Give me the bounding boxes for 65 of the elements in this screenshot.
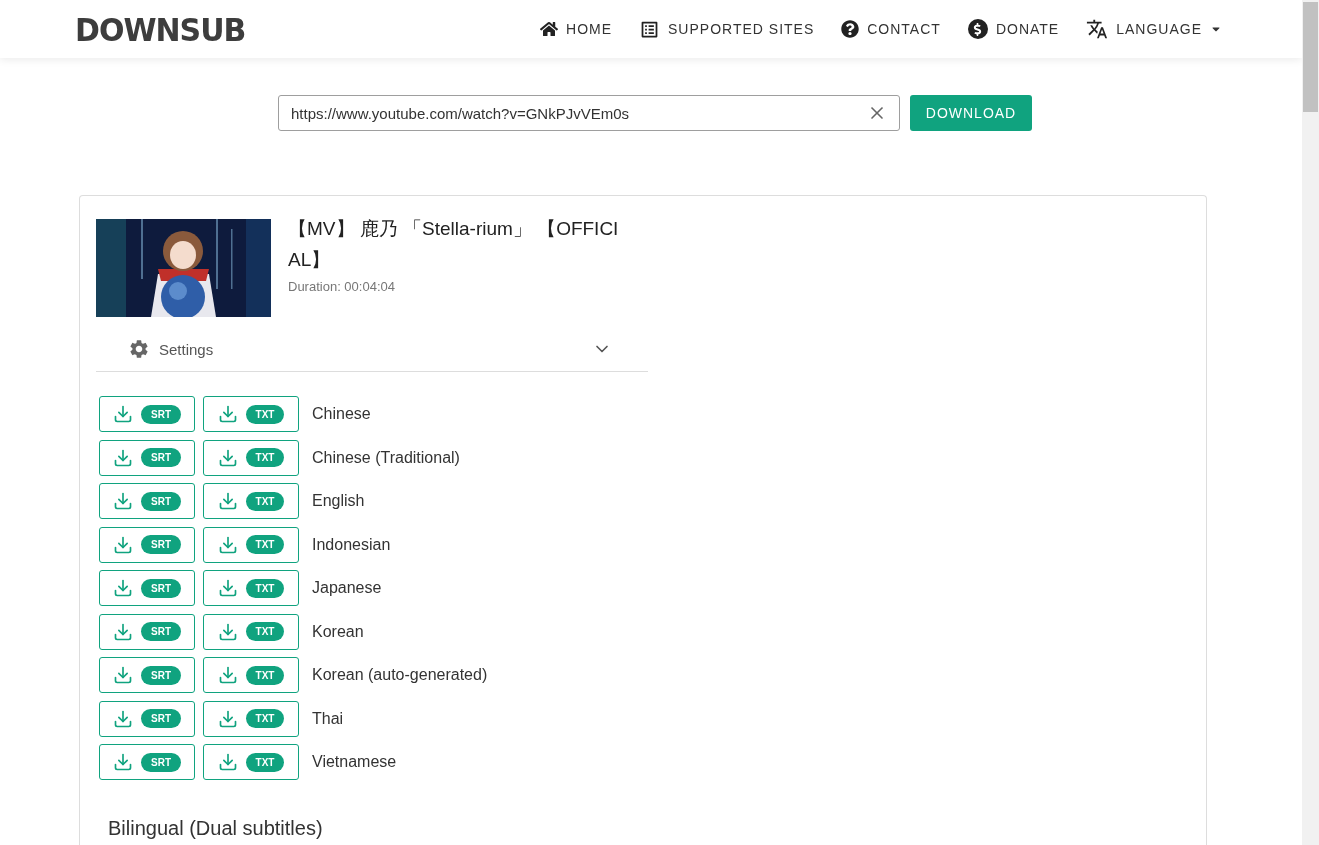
download-format-button[interactable]: SRT: [99, 526, 195, 563]
dollar-icon: [967, 19, 988, 39]
language-label: English: [312, 492, 365, 510]
logo[interactable]: DOWNSUB: [75, 10, 246, 48]
scrollbar-thumb[interactable]: [1303, 2, 1318, 112]
download-format-button[interactable]: SRT: [99, 396, 195, 432]
nav-link[interactable]: LANGUAGE: [1086, 18, 1222, 40]
download-format-button[interactable]: TXT: [203, 570, 299, 606]
download-icon: [217, 621, 238, 642]
download-format-button[interactable]: SRT: [99, 570, 195, 606]
help-icon: [841, 20, 860, 38]
language-label: Chinese: [312, 405, 371, 423]
settings-icon: [128, 338, 150, 360]
download-icon: [113, 708, 133, 729]
download-format-button[interactable]: TXT: [203, 744, 299, 780]
download-format-button[interactable]: TXT: [203, 613, 299, 650]
download-icon: [113, 578, 133, 598]
download-icon: [113, 491, 133, 511]
language-label: Indonesian: [312, 535, 391, 554]
language-label: Thai: [312, 709, 344, 728]
nav-link[interactable]: CONTACT: [841, 20, 941, 38]
download-icon: [217, 404, 238, 424]
download-icon: [113, 447, 133, 468]
download-format-button[interactable]: SRT: [99, 613, 195, 650]
download-format-button[interactable]: SRT: [99, 439, 195, 476]
download-icon: [217, 752, 238, 772]
scrollbar[interactable]: [1302, 0, 1319, 845]
language-label: Chinese (Traditional): [312, 448, 460, 467]
download-icon: [113, 665, 133, 685]
section-heading: Bilingual (Dual subtitles): [108, 817, 324, 840]
translate-icon: [1086, 18, 1109, 40]
download-icon: [217, 534, 238, 555]
language-label: Vietnamese: [312, 753, 397, 771]
download-format-button[interactable]: SRT: [99, 744, 195, 780]
download-icon: [113, 534, 133, 555]
url-input-field[interactable]: https://www.youtube.com/watch?v=GNkPJvVEm0s: [278, 95, 900, 131]
download-format-button[interactable]: TXT: [203, 396, 299, 432]
download-icon: [113, 621, 133, 642]
nav-link[interactable]: HOME: [540, 20, 613, 38]
language-label: Japanese: [312, 579, 382, 597]
video-duration: Duration: 00:04:04: [288, 279, 396, 294]
language-label: Korean (auto-generated): [312, 666, 488, 684]
download-format-button[interactable]: SRT: [99, 483, 195, 519]
download-format-button[interactable]: TXT: [203, 483, 299, 519]
download-format-button[interactable]: TXT: [203, 657, 299, 693]
language-label: Korean: [312, 622, 364, 641]
download-icon: [113, 752, 133, 772]
download-icon: [217, 491, 238, 511]
download-format-button[interactable]: TXT: [203, 526, 299, 563]
home-icon: [540, 20, 559, 38]
download-format-button[interactable]: SRT: [99, 700, 195, 737]
nav-link[interactable]: DONATE: [967, 19, 1060, 39]
download-format-button[interactable]: TXT: [203, 439, 299, 476]
download-format-button[interactable]: TXT: [203, 700, 299, 737]
download-icon: [113, 404, 133, 424]
download-icon: [217, 578, 238, 598]
download-icon: [217, 447, 238, 468]
nav-link[interactable]: SUPPORTED SITES: [639, 18, 815, 40]
download-button[interactable]: DOWNLOAD: [910, 95, 1032, 131]
download-format-button[interactable]: SRT: [99, 657, 195, 693]
settings-toggle[interactable]: Settings: [96, 327, 648, 372]
download-icon: [217, 665, 238, 685]
video-title: 【MV】 鹿乃 「Stella-rium」 【OFFICIAL】: [288, 217, 620, 272]
settings-label: Settings: [159, 340, 214, 358]
download-icon: [217, 708, 238, 729]
